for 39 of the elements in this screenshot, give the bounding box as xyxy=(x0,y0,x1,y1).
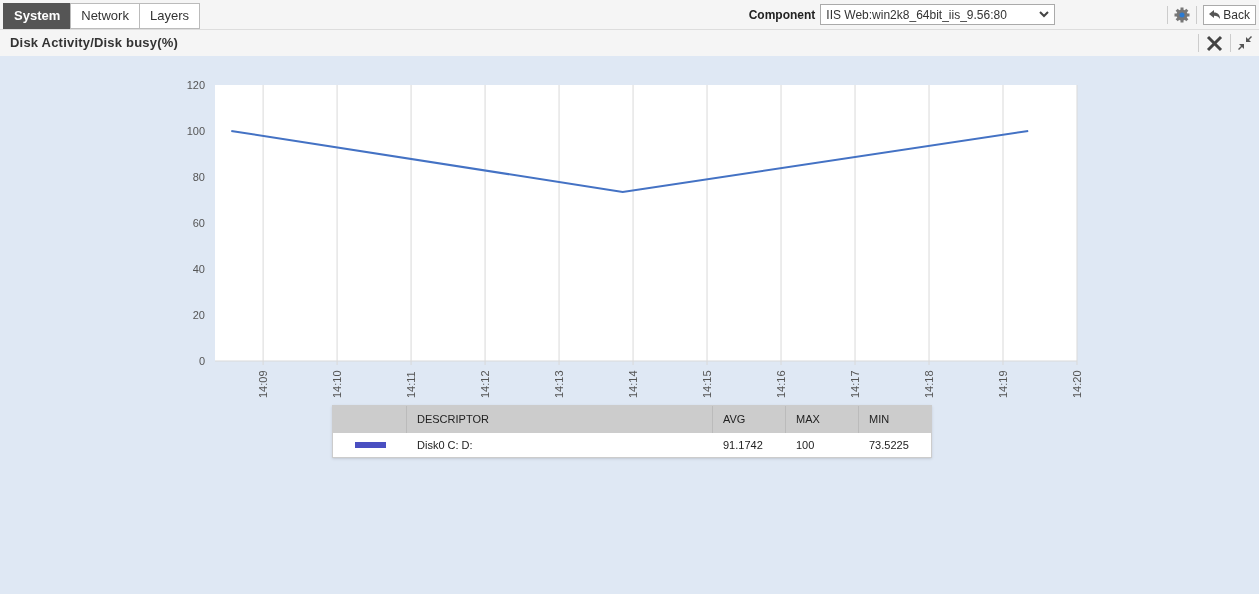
x-tick-label: 14:13 xyxy=(553,370,566,398)
component-dropdown[interactable]: IIS Web:win2k8_64bit_iis_9.56:80 xyxy=(820,4,1056,25)
x-tick-label: 14:09 xyxy=(257,370,270,398)
x-tick-label: 14:15 xyxy=(701,370,714,398)
column-header: MAX xyxy=(786,406,859,433)
x-tick-label: 14:12 xyxy=(479,370,492,398)
settings-icon[interactable] xyxy=(1174,6,1191,23)
x-tick-label: 14:10 xyxy=(331,370,344,398)
x-tick-label: 14:19 xyxy=(997,370,1009,398)
tab[interactable]: System xyxy=(3,2,72,29)
table-cell-text: 100 xyxy=(795,437,816,453)
x-tick-label: 14:16 xyxy=(775,370,788,398)
back-button[interactable]: Back xyxy=(1203,4,1256,25)
y-tick-label: 80 xyxy=(192,171,205,183)
x-tick-label: 14:18 xyxy=(923,370,935,398)
table-cell-text: 73.5225 xyxy=(868,437,910,453)
table-cell-text: 91.1742 xyxy=(722,437,764,453)
x-tick-label: 14:11 xyxy=(405,371,418,398)
column-header: MIN xyxy=(868,412,891,428)
x-tick-label: 14:20 xyxy=(1071,370,1083,398)
y-tick-label: 20 xyxy=(192,309,205,321)
table-cell-text: Disk0 C: D: xyxy=(416,437,474,453)
tab[interactable]: Layers xyxy=(138,2,200,29)
x-tick-label: 14:17 xyxy=(849,370,862,398)
column-header: DESCRIPTOR xyxy=(407,406,713,433)
tab[interactable]: Network xyxy=(70,2,140,29)
column-header: AVG xyxy=(713,406,786,433)
panel-title: Disk Activity/Disk busy(%) xyxy=(10,34,178,53)
tools-icon[interactable] xyxy=(1206,34,1223,52)
y-tick-label: 120 xyxy=(186,79,205,91)
chevron-icon xyxy=(1039,11,1050,18)
y-tick-label: 40 xyxy=(192,263,205,275)
y-tick-label: 100 xyxy=(186,125,205,137)
back-arrow-icon xyxy=(1209,10,1221,19)
collapse-icon[interactable] xyxy=(1238,36,1252,50)
x-tick-label: 14:14 xyxy=(627,370,640,398)
y-tick-label: 60 xyxy=(192,217,205,229)
y-tick-label: 0 xyxy=(198,355,205,367)
component-label: Component xyxy=(748,6,816,24)
